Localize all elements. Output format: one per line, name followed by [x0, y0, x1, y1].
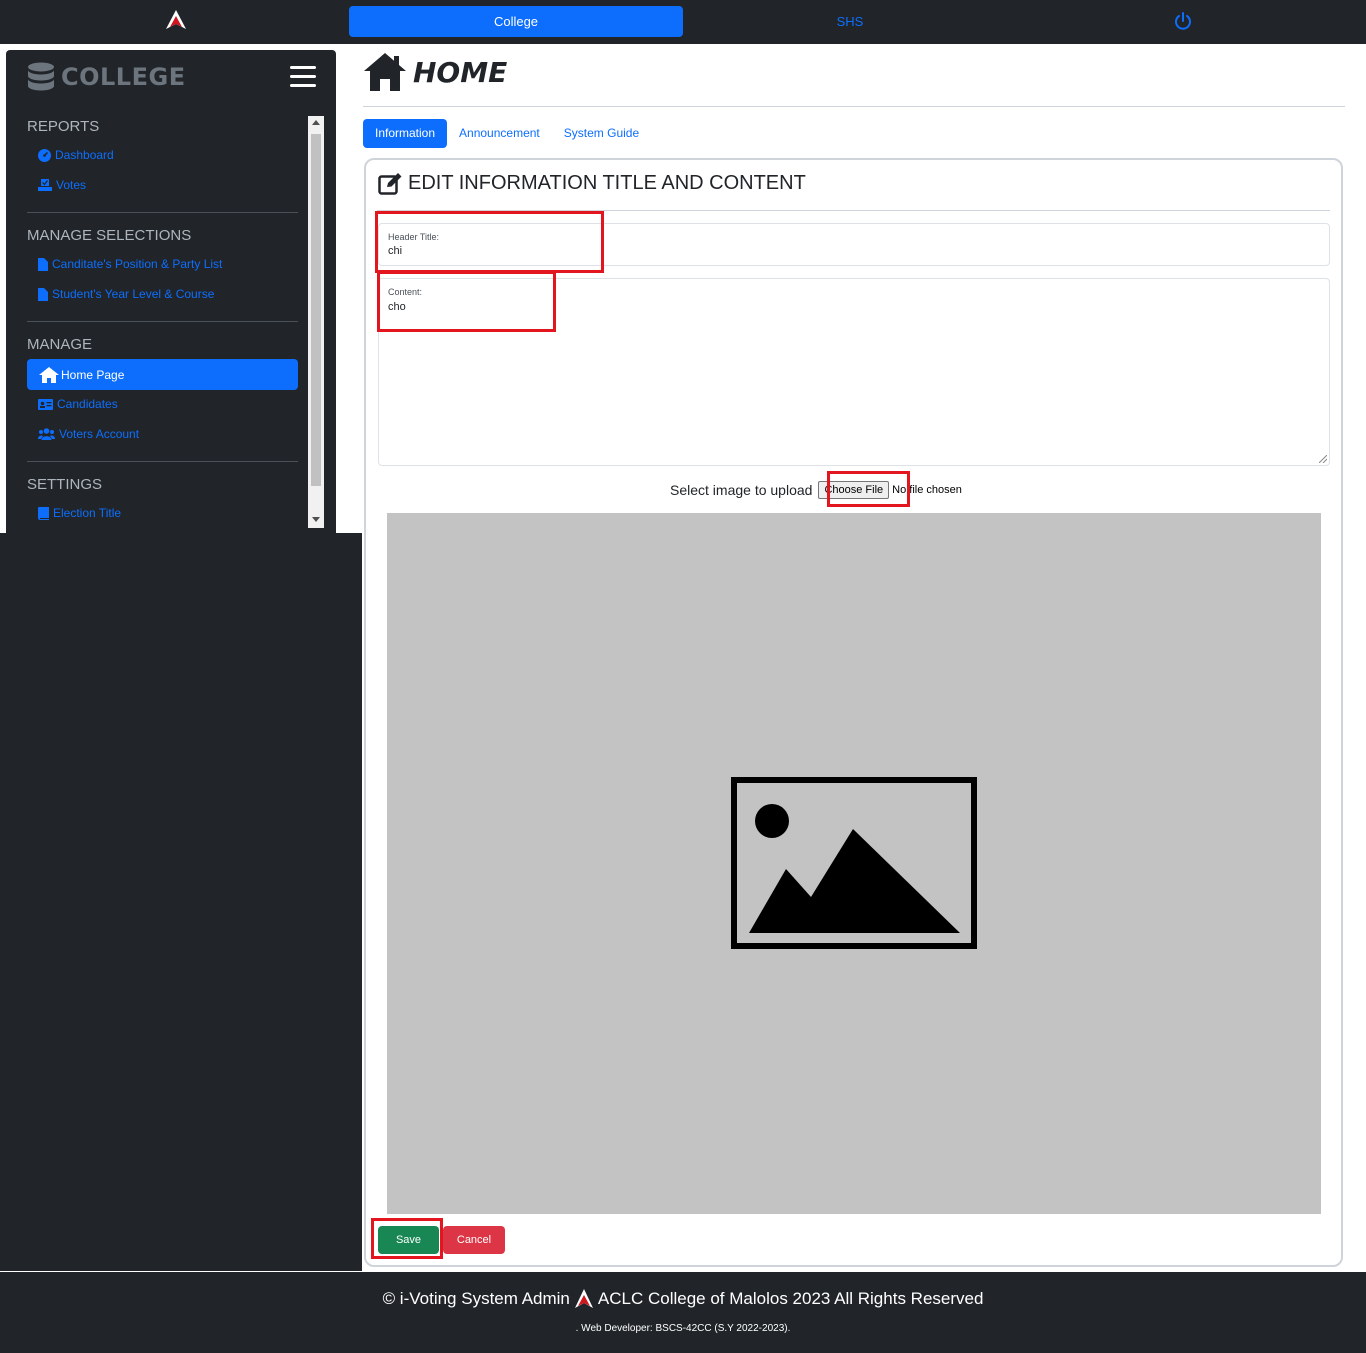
edit-icon	[378, 172, 402, 195]
sidebar-item-voters-account[interactable]: Voters Account	[38, 427, 139, 441]
users-icon	[38, 428, 55, 440]
top-navbar: College SHS	[0, 0, 1366, 44]
power-icon[interactable]	[1173, 11, 1193, 31]
image-upload: Select image to upload Choose File No fi…	[670, 480, 962, 500]
tab-system-guide[interactable]: System Guide	[552, 119, 651, 148]
card-title-label: EDIT INFORMATION TITLE AND CONTENT	[408, 172, 806, 194]
id-card-icon	[38, 398, 53, 410]
file-icon	[38, 257, 48, 271]
menu-toggle-icon[interactable]	[290, 66, 316, 87]
page-title: HOME	[363, 52, 507, 92]
file-icon	[38, 287, 48, 301]
tab-shs[interactable]: SHS	[683, 6, 1017, 37]
cancel-button[interactable]: Cancel	[443, 1226, 505, 1254]
card-title: EDIT INFORMATION TITLE AND CONTENT	[378, 172, 806, 195]
sidebar-item-label: Voters Account	[59, 427, 140, 441]
scroll-up-icon[interactable]	[312, 120, 320, 125]
image-preview	[387, 513, 1321, 1214]
sidebar-item-dashboard[interactable]: Dashboard	[38, 148, 114, 162]
sidebar-item-votes[interactable]: Votes	[38, 178, 86, 192]
sidebar-brand-label: COLLEGE	[61, 63, 186, 91]
image-placeholder-icon	[731, 777, 977, 949]
page-title-label: HOME	[413, 55, 508, 89]
highlight-box	[375, 211, 604, 273]
sidebar-item-home-page[interactable]: Home Page	[27, 359, 298, 390]
upload-label: Select image to upload	[670, 482, 813, 498]
title-divider	[363, 106, 1345, 107]
scroll-down-icon[interactable]	[312, 517, 320, 522]
highlight-box	[371, 1218, 443, 1259]
sidebar-divider	[27, 461, 298, 462]
home-icon	[39, 366, 59, 383]
sidebar-item-label: Votes	[56, 178, 87, 192]
sidebar-section-manage: MANAGE	[27, 336, 93, 353]
content-tabs: Information Announcement System Guide	[363, 119, 651, 148]
sidebar-item-year-level-course[interactable]: Student's Year Level & Course	[38, 287, 214, 301]
tab-college[interactable]: College	[349, 6, 683, 37]
sidebar-item-label: Home Page	[61, 367, 125, 382]
footer-copyright-right: ACLC College of Malolos 2023 All Rights …	[597, 1289, 984, 1308]
footer-developer: . Web Developer: BSCS-42CC (S.Y 2022-202…	[575, 1323, 791, 1334]
resize-handle-icon[interactable]	[1319, 455, 1327, 463]
database-icon	[28, 62, 54, 91]
sidebar-item-positions-party-list[interactable]: Canditate's Position & Party List	[38, 257, 222, 271]
sidebar-section-settings: SETTINGS	[27, 476, 103, 493]
sidebar-item-label: Election Title	[53, 506, 122, 520]
highlight-box	[827, 471, 910, 507]
sidebar-divider	[27, 212, 298, 213]
sidebar-item-election-title[interactable]: Election Title	[38, 506, 121, 520]
sidebar: COLLEGE REPORTS Dashboard Votes MANAGE S…	[6, 50, 336, 1265]
sidebar-item-label: Student's Year Level & Course	[52, 287, 215, 301]
sidebar-menu: REPORTS Dashboard Votes MANAGE SELECTION…	[6, 116, 324, 528]
sidebar-item-label: Dashboard	[55, 148, 114, 162]
footer: © i-Voting System Admin ACLC College of …	[0, 1272, 1366, 1353]
aclc-logo-icon	[574, 1289, 593, 1308]
sidebar-scrollbar-thumb[interactable]	[311, 134, 321, 486]
sidebar-item-label: Candidates	[57, 397, 118, 411]
sidebar-section-manage-selections: MANAGE SELECTIONS	[27, 227, 192, 244]
sidebar-divider	[27, 321, 298, 322]
vote-icon	[38, 179, 52, 191]
sidebar-brand: COLLEGE	[27, 62, 186, 92]
sidebar-section-reports: REPORTS	[27, 118, 100, 135]
sidebar-item-candidates[interactable]: Candidates	[38, 397, 118, 411]
tab-information[interactable]: Information	[363, 119, 448, 148]
footer-copyright-left: © i-Voting System Admin	[382, 1289, 570, 1308]
footer-copyright: © i-Voting System Admin ACLC College of …	[0, 1288, 1366, 1310]
highlight-box	[377, 271, 556, 332]
gauge-icon	[38, 148, 51, 162]
aclc-logo-icon[interactable]	[165, 9, 187, 31]
sidebar-item-label: Canditate's Position & Party List	[52, 257, 223, 271]
home-icon	[364, 53, 406, 91]
book-icon	[38, 506, 49, 520]
tab-announcement[interactable]: Announcement	[447, 119, 552, 148]
